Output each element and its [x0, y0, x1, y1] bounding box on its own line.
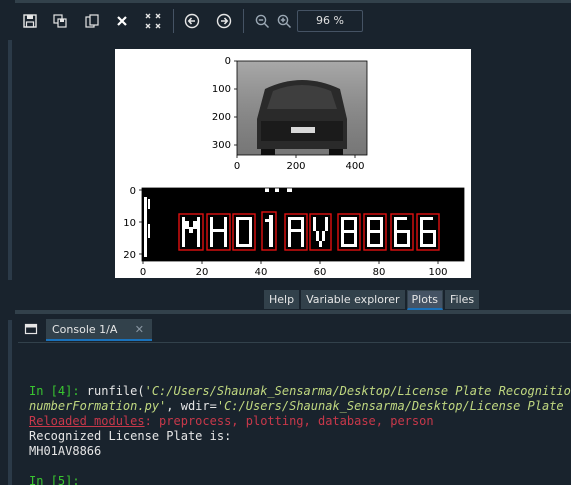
console-tab-label: Console 1/A — [52, 323, 118, 336]
plots-toolbar: 96 % — [15, 4, 571, 38]
car-image-axes: 0 100 200 300 0 200 400 — [212, 56, 368, 172]
x-tick-label: 20 — [196, 267, 209, 278]
copy-icon[interactable] — [81, 10, 103, 32]
x-tick-label: 200 — [286, 161, 305, 172]
y-tick-label: 300 — [212, 140, 231, 151]
x-tick-label: 0 — [140, 267, 146, 278]
zoom-in-icon[interactable] — [273, 10, 295, 32]
plots-pane: 0 100 200 300 0 200 400 0 10 20 0 20 40 … — [18, 38, 571, 310]
x-tick-label: 60 — [314, 267, 327, 278]
top-border — [0, 0, 571, 3]
previous-plot-icon[interactable] — [181, 10, 203, 32]
console-tab[interactable]: Console 1/A ✕ — [46, 319, 152, 341]
zoom-out-icon[interactable] — [251, 10, 273, 32]
output-text: Recognized License Plate is: — [29, 429, 232, 443]
command-path: 'C:/Users/Shaunak_Sensarma/Desktop/Licen… — [144, 384, 571, 398]
y-tick-label: 100 — [212, 84, 231, 95]
command-path: numberFormation.py' — [29, 399, 167, 413]
command-path: 'C:/Users/Shaunak_Sensarma/Desktop/Licen… — [216, 399, 571, 413]
console-menu-icon[interactable] — [24, 321, 38, 335]
console-tab-bar: Console 1/A ✕ — [18, 314, 571, 343]
tab-files[interactable]: Files — [445, 290, 480, 309]
next-plot-icon[interactable] — [213, 10, 235, 32]
y-tick-label: 20 — [123, 250, 136, 261]
plate-image-axes: 0 10 20 0 20 40 60 80 100 — [123, 186, 465, 278]
save-all-icon[interactable] — [49, 10, 71, 32]
reloaded-modules-list: : preprocess, plotting, database, person — [144, 414, 434, 428]
x-tick-label: 80 — [373, 267, 386, 278]
command-text: , wdir= — [166, 399, 217, 413]
tab-variable-explorer[interactable]: Variable explorer — [301, 290, 405, 309]
close-tab-icon[interactable]: ✕ — [135, 319, 144, 341]
command-text: runfile( — [79, 384, 145, 398]
close-icon[interactable] — [111, 10, 133, 32]
y-tick-label: 0 — [225, 56, 231, 67]
close-all-icon[interactable] — [142, 10, 164, 32]
tab-help[interactable]: Help — [264, 290, 300, 309]
left-dock-edge-lower — [8, 320, 12, 485]
tab-plots[interactable]: Plots — [406, 290, 444, 310]
pane-tab-bar: Help Variable explorer Plots Files — [264, 290, 480, 310]
plot-figure[interactable]: 0 100 200 300 0 200 400 0 10 20 0 20 40 … — [115, 49, 471, 278]
left-dock-strip — [0, 0, 15, 485]
save-icon[interactable] — [19, 10, 41, 32]
console-output[interactable]: In [4]: runfile('C:/Users/Shaunak_Sensar… — [20, 346, 571, 485]
input-prompt: In [4]: — [29, 384, 80, 398]
x-tick-label: 0 — [234, 161, 240, 172]
ipython-console: Console 1/A ✕ In [4]: runfile('C:/Users/… — [18, 314, 571, 485]
figure-canvas: 0 100 200 300 0 200 400 0 10 20 0 20 40 … — [123, 56, 465, 278]
x-tick-label: 400 — [345, 161, 364, 172]
output-text: MH01AV8866 — [29, 444, 102, 458]
left-dock-edge — [8, 40, 12, 280]
y-tick-label: 0 — [130, 186, 136, 197]
toolbar-separator — [173, 9, 174, 33]
input-prompt: In [5]: — [29, 474, 80, 485]
y-tick-label: 200 — [212, 112, 231, 123]
reloaded-modules-label: Reloaded modules — [29, 414, 145, 428]
zoom-level-field[interactable]: 96 % — [297, 10, 363, 32]
x-tick-label: 100 — [428, 267, 447, 278]
y-tick-label: 10 — [123, 218, 136, 229]
toolbar-separator — [243, 9, 244, 33]
x-tick-label: 40 — [255, 267, 268, 278]
